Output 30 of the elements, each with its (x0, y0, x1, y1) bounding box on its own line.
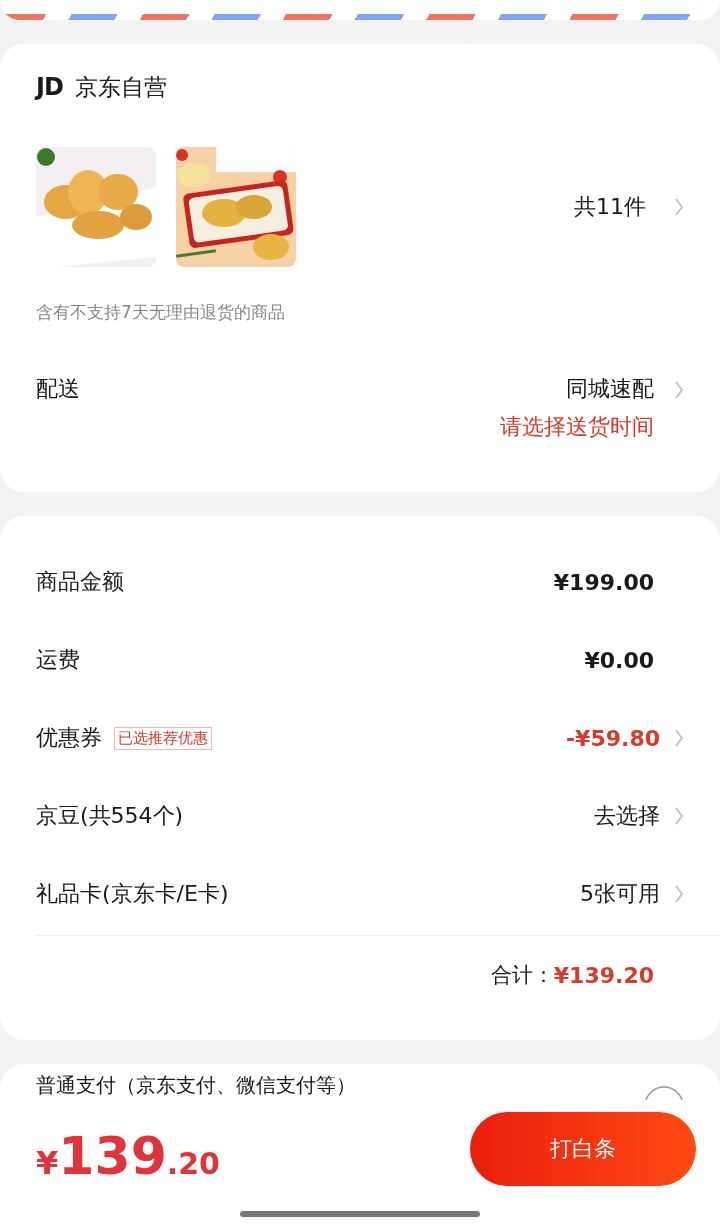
delivery-label: 配送 (36, 375, 80, 403)
fee-label: 京豆(共554个) (36, 802, 184, 830)
delivery-time-prompt[interactable]: 请选择送货时间 (500, 412, 654, 442)
chevron-icon (674, 884, 684, 904)
total-label: 合计： (490, 962, 554, 989)
fee-value: ¥199.00 (553, 569, 654, 595)
return-policy-note: 含有不支持7天无理由退货的商品 (36, 301, 286, 324)
select-link[interactable]: 5张可用 (580, 879, 660, 909)
chevron-icon (674, 806, 684, 826)
chevron-icon (674, 197, 684, 217)
store-name: 京东自营 (74, 72, 167, 102)
pay-amount-decimals: .20 (166, 1146, 220, 1181)
radio-button[interactable] (644, 1086, 684, 1100)
chevron-icon (674, 728, 684, 748)
coupon-tag: 已选推荐优惠 (114, 726, 212, 750)
store-logo: JD (36, 73, 63, 101)
chevron-icon (674, 380, 684, 400)
fee-value: ¥0.00 (584, 647, 654, 673)
fee-label: 商品金额 (36, 568, 124, 596)
item-count[interactable]: 共11件 (574, 192, 646, 222)
total-value: ¥139.20 (553, 962, 654, 988)
fee-label: 优惠券 (36, 724, 102, 752)
pay-button[interactable]: 打白条 (470, 1112, 696, 1186)
fee-label: 礼品卡(京东卡/E卡) (36, 880, 229, 908)
currency-symbol: ¥ (36, 1144, 59, 1182)
pay-amount: 139 (58, 1126, 167, 1186)
select-link[interactable]: 去选择 (594, 801, 660, 831)
delivery-method[interactable]: 同城速配 (566, 374, 654, 404)
fee-label: 运费 (36, 646, 80, 674)
fee-value: -¥59.80 (565, 725, 660, 751)
